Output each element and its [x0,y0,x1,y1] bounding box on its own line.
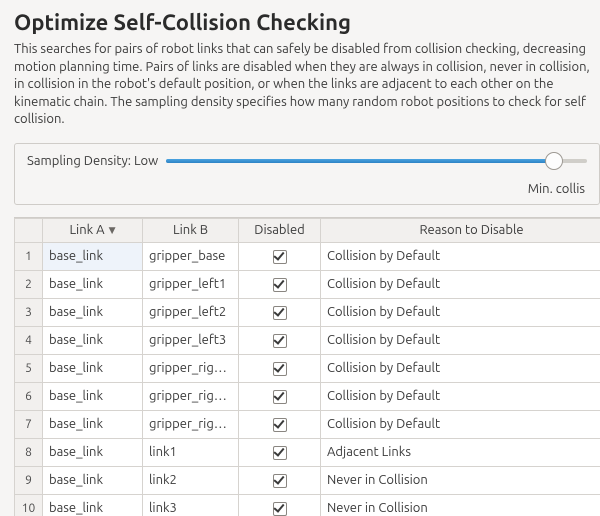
column-header-link-b[interactable]: Link B [143,218,239,242]
row-number[interactable]: 4 [15,326,43,354]
cell-disabled[interactable] [239,354,321,382]
column-label: Link A [69,223,104,237]
column-label: Disabled [254,223,304,237]
column-header-reason[interactable]: Reason to Disable [321,218,600,242]
table-row[interactable]: 6base_linkgripper_rig… Collision by Defau… [15,382,600,410]
cell-link-b[interactable]: link3 [143,494,239,516]
min-collisions-label: Min. collis [27,182,587,196]
cell-link-b[interactable]: gripper_left2 [143,298,239,326]
cell-disabled[interactable] [239,410,321,438]
table-row[interactable]: 1base_linkgripper_base Collision by Defau… [15,242,600,270]
cell-link-b[interactable]: gripper_left1 [143,270,239,298]
cell-link-a[interactable]: base_link [43,382,143,410]
slider-thumb[interactable] [545,152,563,170]
cell-disabled[interactable] [239,298,321,326]
cell-link-b[interactable]: link1 [143,438,239,466]
table-row[interactable]: 2base_linkgripper_left1 Collision by Defa… [15,270,600,298]
cell-disabled[interactable] [239,438,321,466]
row-number[interactable]: 9 [15,466,43,494]
slider-fill [166,159,553,163]
row-number[interactable]: 5 [15,354,43,382]
cell-disabled[interactable] [239,326,321,354]
cell-reason[interactable]: Collision by Default [321,270,600,298]
cell-link-a[interactable]: base_link [43,466,143,494]
table-row[interactable]: 9base_linklink2 Never in Collision [15,466,600,494]
row-number[interactable]: 10 [15,494,43,516]
cell-reason[interactable]: Collision by Default [321,242,600,270]
page-title: Optimize Self-Collision Checking [14,10,600,35]
cell-reason[interactable]: Collision by Default [321,382,600,410]
cell-reason[interactable]: Collision by Default [321,298,600,326]
table-row[interactable]: 8base_linklink1 Adjacent Links [15,438,600,466]
cell-reason[interactable]: Collision by Default [321,354,600,382]
checkbox-icon[interactable] [273,446,287,460]
checkbox-icon[interactable] [273,474,287,488]
collision-table-wrap: Link A ▼ Link B Disabled Reason to Disab… [14,217,600,516]
cell-link-a[interactable]: base_link [43,494,143,516]
row-number[interactable]: 3 [15,298,43,326]
checkbox-icon[interactable] [273,390,287,404]
sampling-density-label: Sampling Density: Low [27,154,158,168]
sampling-density-slider[interactable] [166,154,587,168]
cell-link-b[interactable]: gripper_left3 [143,326,239,354]
cell-reason[interactable]: Collision by Default [321,326,600,354]
checkbox-icon[interactable] [273,502,287,516]
cell-disabled[interactable] [239,242,321,270]
collision-table: Link A ▼ Link B Disabled Reason to Disab… [14,218,600,516]
checkbox-icon[interactable] [273,334,287,348]
sort-indicator-icon: ▼ [109,225,116,236]
cell-reason[interactable]: Never in Collision [321,466,600,494]
sampling-panel: Sampling Density: Low Min. collis [14,143,600,205]
column-header-link-a[interactable]: Link A ▼ [43,218,143,242]
checkbox-icon[interactable] [273,418,287,432]
cell-link-b[interactable]: gripper_rig… [143,354,239,382]
cell-reason[interactable]: Adjacent Links [321,438,600,466]
column-header-disabled[interactable]: Disabled [239,218,321,242]
cell-disabled[interactable] [239,466,321,494]
column-label: Link B [173,223,208,237]
cell-link-a[interactable]: base_link [43,298,143,326]
cell-link-a[interactable]: base_link [43,242,143,270]
row-number[interactable]: 6 [15,382,43,410]
cell-link-a[interactable]: base_link [43,410,143,438]
table-row[interactable]: 10base_linklink3 Never in Collision [15,494,600,516]
cell-disabled[interactable] [239,270,321,298]
row-number[interactable]: 2 [15,270,43,298]
row-number[interactable]: 7 [15,410,43,438]
checkbox-icon[interactable] [273,306,287,320]
row-number[interactable]: 1 [15,242,43,270]
cell-reason[interactable]: Never in Collision [321,494,600,516]
cell-disabled[interactable] [239,382,321,410]
column-header-rownum[interactable] [15,218,43,242]
cell-link-b[interactable]: link2 [143,466,239,494]
cell-link-a[interactable]: base_link [43,326,143,354]
cell-link-b[interactable]: gripper_base [143,242,239,270]
table-row[interactable]: 4base_linkgripper_left3 Collision by Defa… [15,326,600,354]
row-number[interactable]: 8 [15,438,43,466]
cell-link-a[interactable]: base_link [43,270,143,298]
checkbox-icon[interactable] [273,250,287,264]
cell-link-b[interactable]: gripper_rig… [143,410,239,438]
column-label: Reason to Disable [419,223,523,237]
cell-link-b[interactable]: gripper_rig… [143,382,239,410]
table-row[interactable]: 5base_linkgripper_rig… Collision by Defau… [15,354,600,382]
checkbox-icon[interactable] [273,278,287,292]
page-description: This searches for pairs of robot links t… [14,41,600,129]
cell-link-a[interactable]: base_link [43,354,143,382]
table-row[interactable]: 7base_linkgripper_rig… Collision by Defau… [15,410,600,438]
table-row[interactable]: 3base_linkgripper_left2 Collision by Defa… [15,298,600,326]
cell-link-a[interactable]: base_link [43,438,143,466]
cell-disabled[interactable] [239,494,321,516]
checkbox-icon[interactable] [273,362,287,376]
cell-reason[interactable]: Collision by Default [321,410,600,438]
